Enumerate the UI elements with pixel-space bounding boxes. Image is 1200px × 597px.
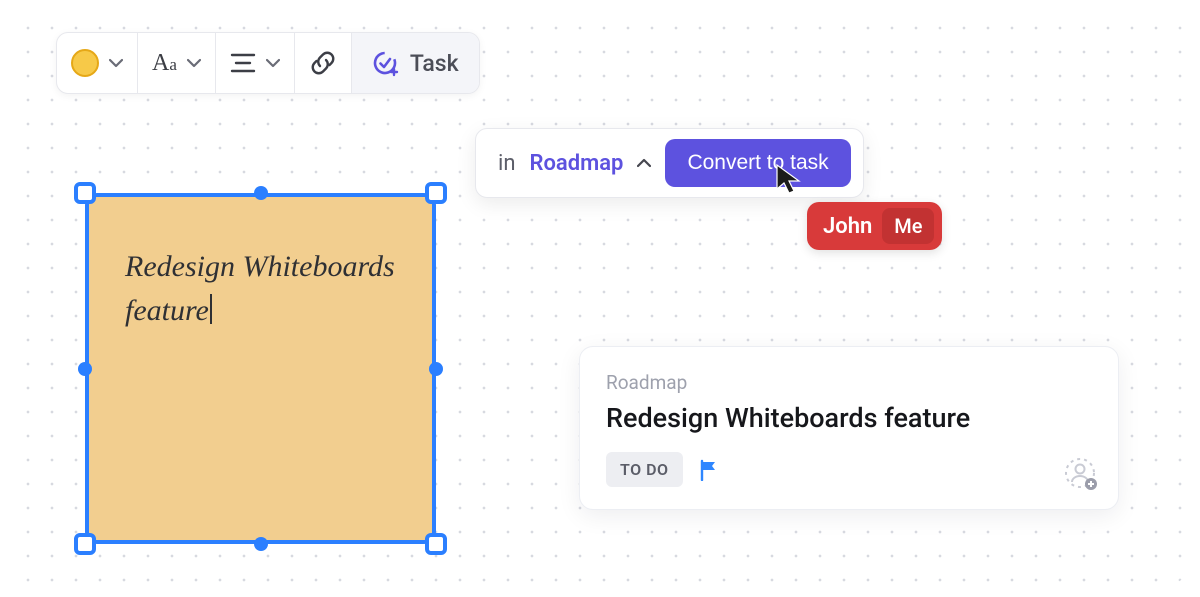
status-chip[interactable]: TO DO <box>606 452 683 487</box>
task-list-name: Roadmap <box>606 371 1092 394</box>
text-cursor <box>210 294 212 324</box>
resize-handle[interactable] <box>425 182 447 204</box>
sticky-note-selected[interactable]: Redesign Whiteboards feature <box>85 193 436 544</box>
resize-handle[interactable] <box>254 186 268 200</box>
convert-to-task-button[interactable]: Convert to task <box>665 139 850 187</box>
list-picker[interactable]: Roadmap <box>530 151 624 176</box>
alignment-picker[interactable] <box>216 33 295 93</box>
assignee-add-button[interactable] <box>1064 457 1098 491</box>
align-center-icon <box>230 52 256 74</box>
task-preview-card[interactable]: Roadmap Redesign Whiteboards feature TO … <box>579 346 1119 510</box>
sticky-note[interactable]: Redesign Whiteboards feature <box>85 193 436 544</box>
sticky-text[interactable]: Redesign Whiteboards feature <box>125 245 396 332</box>
chevron-down-icon <box>109 58 123 68</box>
in-label: in <box>498 151 516 176</box>
priority-flag-icon[interactable] <box>699 459 719 481</box>
resize-handle[interactable] <box>78 362 92 376</box>
task-meta-row: TO DO <box>606 452 1092 487</box>
resize-handle[interactable] <box>429 362 443 376</box>
collaborator-name: John <box>823 214 872 239</box>
resize-handle[interactable] <box>74 182 96 204</box>
task-title: Redesign Whiteboards feature <box>606 402 1092 434</box>
chevron-up-icon <box>637 158 651 168</box>
check-plus-icon <box>372 49 400 77</box>
link-icon <box>309 49 337 77</box>
formatting-toolbar: Aa <box>56 32 480 94</box>
resize-handle[interactable] <box>425 533 447 555</box>
me-badge: Me <box>882 208 934 244</box>
resize-handle[interactable] <box>74 533 96 555</box>
chevron-down-icon <box>266 58 280 68</box>
resize-handle[interactable] <box>254 537 268 551</box>
mouse-cursor-icon <box>775 163 803 199</box>
create-task-button[interactable]: Task <box>352 33 479 93</box>
chevron-down-icon <box>187 58 201 68</box>
task-button-label: Task <box>410 50 459 77</box>
link-button[interactable] <box>295 33 352 93</box>
collaborator-badge[interactable]: John Me <box>807 202 942 250</box>
color-swatch-icon <box>71 49 99 77</box>
color-picker[interactable] <box>57 33 138 93</box>
text-format-picker[interactable]: Aa <box>138 33 216 93</box>
convert-task-popover: in Roadmap Convert to task <box>475 128 864 198</box>
text-icon: Aa <box>152 50 177 77</box>
